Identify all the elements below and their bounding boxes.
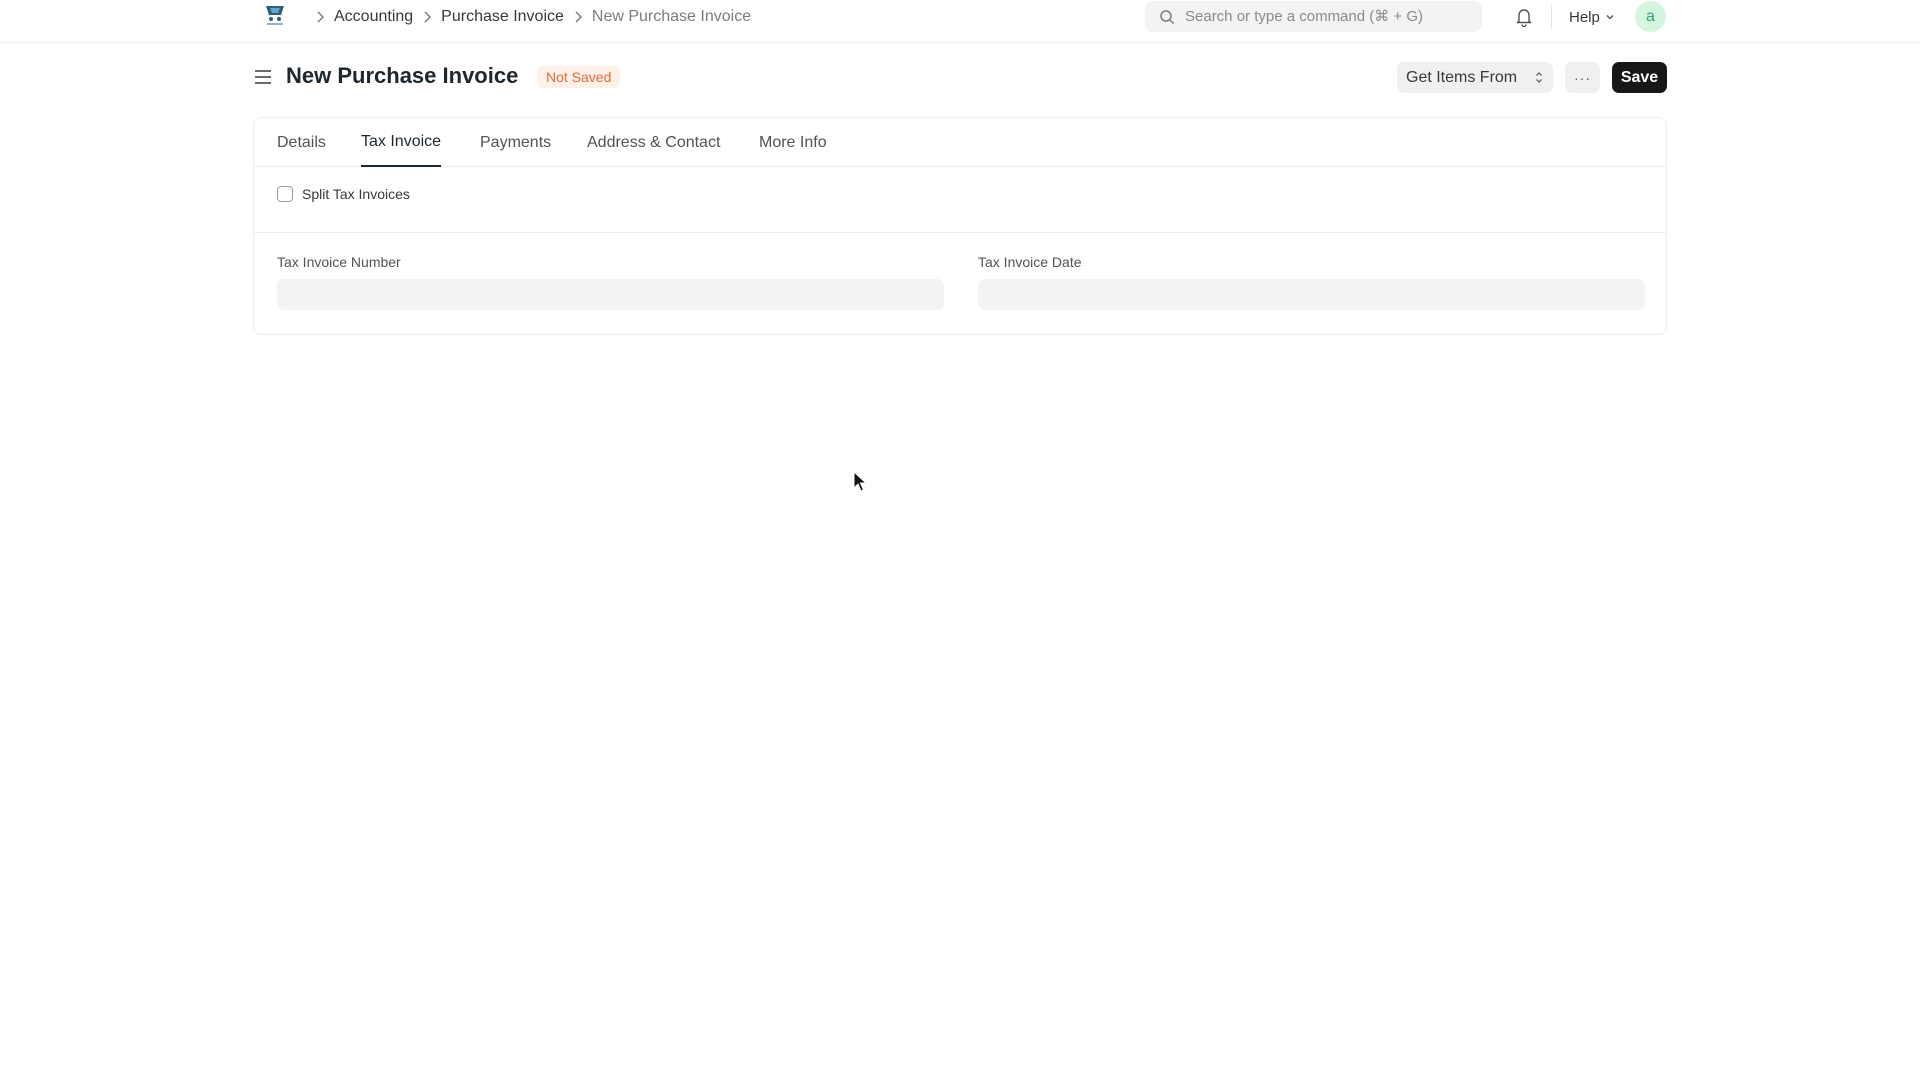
search-bar[interactable] — [1145, 1, 1482, 32]
chevron-right-icon — [570, 10, 586, 23]
chevron-right-icon — [419, 10, 435, 23]
cursor-icon — [853, 471, 867, 492]
tax-invoice-number-input[interactable] — [277, 279, 944, 310]
tax-invoice-date-label: Tax Invoice Date — [978, 254, 1082, 270]
breadcrumb: Accounting Purchase Invoice New Purchase… — [306, 0, 751, 33]
save-button[interactable]: Save — [1612, 62, 1667, 93]
breadcrumb-accounting[interactable]: Accounting — [334, 8, 413, 26]
breadcrumb-current: New Purchase Invoice — [591, 7, 752, 25]
chevron-right-icon — [312, 10, 328, 23]
form-card: Details Tax Invoice Payments Address & C… — [253, 117, 1667, 335]
help-dropdown[interactable]: Help — [1569, 6, 1615, 28]
get-items-from-button[interactable]: Get Items From — [1397, 62, 1553, 93]
updown-icon — [1536, 72, 1542, 83]
tab-details[interactable]: Details — [277, 118, 326, 167]
avatar[interactable]: a — [1635, 1, 1666, 32]
navbar: Accounting Purchase Invoice New Purchase… — [0, 0, 1920, 43]
tax-invoice-number-label: Tax Invoice Number — [277, 254, 401, 270]
app-logo-icon[interactable] — [262, 2, 288, 28]
form-tabs: Details Tax Invoice Payments Address & C… — [254, 118, 1666, 167]
search-input[interactable] — [1185, 8, 1475, 25]
split-tax-invoices-label: Split Tax Invoices — [302, 186, 410, 202]
search-icon — [1160, 9, 1175, 24]
help-label: Help — [1569, 8, 1600, 26]
page-title: New Purchase Invoice — [286, 63, 519, 88]
tab-tax-invoice[interactable]: Tax Invoice — [361, 118, 442, 167]
tax-invoice-date-input[interactable] — [978, 279, 1645, 310]
tab-address-contact[interactable]: Address & Contact — [587, 118, 720, 167]
more-actions-button[interactable]: ··· — [1565, 62, 1600, 93]
chevron-down-icon — [1606, 15, 1614, 20]
breadcrumb-purchase-invoice[interactable]: Purchase Invoice — [441, 8, 564, 26]
nav-divider — [1551, 5, 1552, 29]
section-divider — [254, 232, 1666, 233]
menu-icon[interactable] — [254, 68, 272, 86]
get-items-label: Get Items From — [1406, 68, 1518, 86]
bell-icon[interactable] — [1515, 7, 1533, 27]
split-tax-invoices-row[interactable]: Split Tax Invoices — [277, 186, 410, 202]
tab-payments[interactable]: Payments — [480, 118, 551, 167]
tab-more-info[interactable]: More Info — [759, 118, 827, 167]
split-tax-invoices-checkbox[interactable] — [277, 186, 293, 202]
status-badge: Not Saved — [537, 66, 621, 88]
